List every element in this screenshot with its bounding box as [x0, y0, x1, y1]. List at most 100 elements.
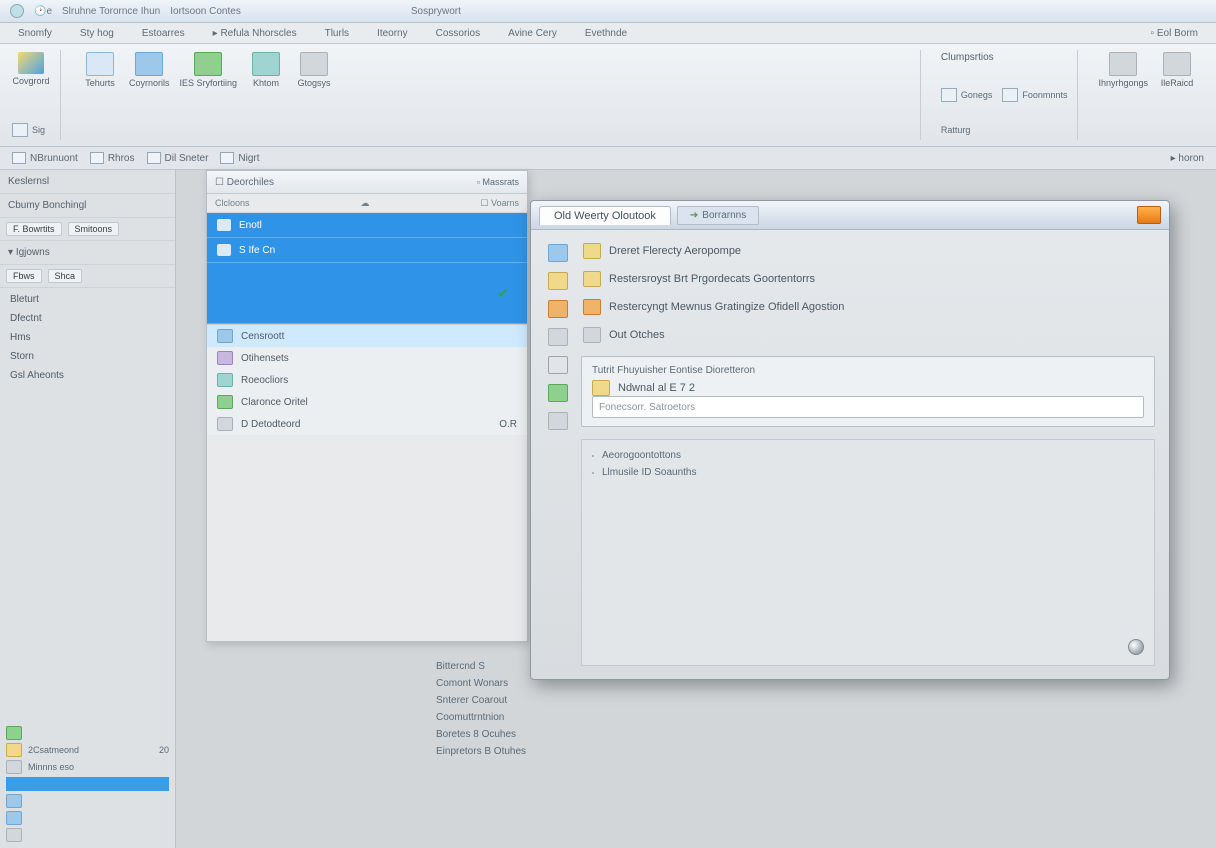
menu-item[interactable]: Iteorny — [377, 28, 408, 39]
mail-icon — [18, 52, 44, 74]
nav-tree-header[interactable]: ▾ Igjowns — [0, 241, 175, 265]
chevron-down-icon[interactable] — [548, 356, 568, 374]
title-segment: Sosprywort — [411, 6, 461, 17]
item-icon — [217, 417, 233, 431]
doc-icon — [592, 455, 594, 457]
menu-item[interactable]: Snomfy — [18, 28, 52, 39]
bg-list-item[interactable]: Boretes 8 Ocuhes — [436, 728, 696, 741]
menu-item[interactable]: Tlurls — [325, 28, 349, 39]
dialog-option[interactable]: Restercyngt Mewnus Gratingize Ofidell Ag… — [581, 296, 1155, 318]
dialog-tab-active[interactable]: Old Weerty Oloutook — [539, 206, 671, 225]
shortcut-item[interactable] — [6, 811, 169, 825]
selected-list: Enotl S Ife Cn ✔ — [207, 213, 527, 324]
check-icon[interactable] — [548, 384, 568, 402]
nav-item[interactable]: Dfectnt — [6, 311, 169, 326]
ribbon-button[interactable]: IES Sryfortiing — [180, 52, 238, 88]
layout-icon — [1109, 52, 1137, 76]
menu-item[interactable]: ▫ Eol Borm — [1151, 28, 1198, 39]
nav-subtab[interactable]: Shca — [48, 269, 83, 283]
settings-icon[interactable] — [548, 300, 568, 318]
list-icon[interactable] — [548, 412, 568, 430]
panel-item[interactable]: Aeorogoontottons — [592, 450, 1144, 461]
shortcut-item[interactable]: 2Csatmeond20 — [6, 743, 169, 757]
dialog-option[interactable]: Out Otches — [581, 324, 1155, 346]
nav-shortcuts: 2Csatmeond20 Minnns eso — [0, 720, 175, 848]
ribbon-button[interactable]: Gtogsys — [295, 52, 333, 88]
frame-title: Tutrit Fhuyuisher Eontise Dioretteron — [592, 365, 1144, 376]
doc-icon — [592, 472, 594, 474]
nav-subtab[interactable]: Fbws — [6, 269, 42, 283]
home-icon[interactable] — [548, 244, 568, 262]
page-icon — [583, 327, 601, 343]
list-item[interactable]: Otihensets — [207, 347, 527, 369]
toolbar-label: Clcloons — [215, 198, 250, 208]
menu-item[interactable]: ▸ Refula Nhorscles — [213, 28, 297, 39]
list-item[interactable]: Censroott — [207, 325, 527, 347]
quickbar-item[interactable]: Dil Sneter — [147, 152, 209, 164]
bg-list-item[interactable]: Snterer Coarout — [436, 694, 696, 707]
dialog-option[interactable]: Dreret Flerecty Aeropompe — [581, 240, 1155, 262]
ribbon-button[interactable]: Tehurts — [81, 52, 119, 88]
chat-icon — [300, 52, 328, 76]
nav-tab[interactable]: F. Bowrtits — [6, 222, 62, 236]
close-button[interactable] — [1137, 206, 1161, 224]
list-item[interactable]: S Ife Cn — [207, 238, 527, 263]
dialog-tab[interactable]: ➔Borrarnns — [677, 206, 759, 225]
recycle-icon — [194, 52, 222, 76]
list-item[interactable]: Roeocliors — [207, 369, 527, 391]
folder-icon[interactable] — [548, 272, 568, 290]
ribbon-button[interactable]: Khtom — [247, 52, 285, 88]
dialog-option[interactable]: Restersroyst Brt Prgordecats Goortentorr… — [581, 268, 1155, 290]
item-icon — [217, 373, 233, 387]
ribbon-button[interactable]: Coyrnorils — [129, 52, 170, 88]
dialog-window: Old Weerty Oloutook ➔Borrarnns Dreret Fl… — [530, 200, 1170, 680]
ribbon-group: Ihnyrhgongs IleRaicd — [1096, 50, 1206, 140]
ribbon-button[interactable]: Covgrord — [12, 52, 50, 86]
ribbon-group-title: Clumpsrtios — [941, 52, 1068, 63]
checkmark-icon: ✔ — [497, 285, 509, 302]
shortcut-item[interactable] — [6, 828, 169, 842]
ribbon-small-button[interactable]: Foonmnnts — [1002, 87, 1067, 103]
list-item[interactable]: Claronce Oritel — [207, 391, 527, 413]
folder-icon — [6, 760, 22, 774]
shortcut-item[interactable] — [6, 777, 169, 791]
shortcut-item[interactable] — [6, 726, 169, 740]
resize-grip-icon[interactable] — [1128, 639, 1144, 655]
nav-item[interactable]: Gsl Aheonts — [6, 368, 169, 383]
clipboard-icon[interactable] — [548, 328, 568, 346]
ribbon-button[interactable]: IleRaicd — [1158, 52, 1196, 88]
menu-item[interactable]: Sty hog — [80, 28, 114, 39]
list-item[interactable]: Enotl — [207, 213, 527, 238]
item-icon — [217, 244, 231, 256]
nav-section-header: Cbumy Bonchingl — [0, 194, 175, 218]
dialog-titlebar[interactable]: Old Weerty Oloutook ➔Borrarnns — [531, 201, 1169, 230]
shortcut-item[interactable] — [6, 794, 169, 808]
ribbon-small-button[interactable]: Gonegs — [941, 87, 993, 103]
nav-tabs: F. Bowrtits Smitoons — [0, 218, 175, 241]
menu-item[interactable]: Estoarres — [142, 28, 185, 39]
bg-list-item[interactable]: Einpretors B Otuhes — [436, 745, 696, 758]
menu-item[interactable]: Evethnde — [585, 28, 627, 39]
title-bar: 🕑e Slruhne Torornce Ihun Iortsoon Contes… — [0, 0, 1216, 23]
bg-list-item[interactable]: Coomuttrntnion — [436, 711, 696, 724]
nav-list: Bleturt Dfectnt Hms Storn Gsl Aheonts — [0, 288, 175, 387]
panel-item[interactable]: Llmusile ID Soaunths — [592, 467, 1144, 478]
quickbar-item[interactable]: ▸ horon — [1171, 153, 1204, 164]
quickbar-item[interactable]: Nigrt — [220, 152, 259, 164]
text-input[interactable]: Fonecsorr. Satroetors — [592, 396, 1144, 418]
quick-toolbar: NBrunuont Rhros Dil Sneter Nigrt ▸ horon — [0, 147, 1216, 170]
folder-icon — [6, 726, 22, 740]
ribbon-button[interactable]: Ihnyrhgongs — [1098, 52, 1148, 88]
quickbar-item[interactable]: NBrunuont — [12, 152, 78, 164]
nav-item[interactable]: Storn — [6, 349, 169, 364]
nav-item[interactable]: Bleturt — [6, 292, 169, 307]
quickbar-item[interactable]: Rhros — [90, 152, 135, 164]
nav-tab[interactable]: Smitoons — [68, 222, 120, 236]
menu-item[interactable]: Avine Cery — [508, 28, 557, 39]
shortcut-item[interactable]: Minnns eso — [6, 760, 169, 774]
nav-item[interactable]: Hms — [6, 330, 169, 345]
menu-item[interactable]: Cossorios — [436, 28, 480, 39]
dialog-input-frame: Tutrit Fhuyuisher Eontise Dioretteron Nd… — [581, 356, 1155, 427]
panel-toolbar: Clcloons ☁ ☐ Voarns — [207, 194, 527, 213]
list-item[interactable]: D DetodteordO.R — [207, 413, 527, 435]
